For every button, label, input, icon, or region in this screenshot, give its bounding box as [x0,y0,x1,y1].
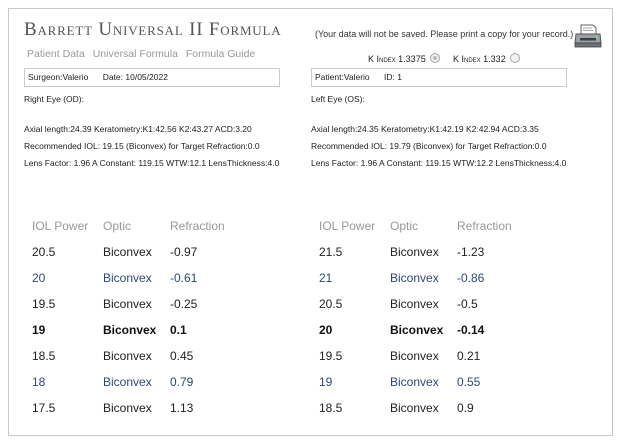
left-row-refraction: -0.86 [457,271,485,285]
right-row-refraction: -0.97 [170,245,198,259]
left-row-refraction: 0.9 [457,401,474,415]
right-row-power: 19.5 [32,297,56,311]
patient-name: Patient:Valerio [315,72,370,82]
left-row-refraction: -0.5 [457,297,478,311]
surgery-date: Date: 10/05/2022 [102,72,168,82]
left-row-refraction: 0.21 [457,349,481,363]
k-index-2-radio[interactable] [510,53,521,63]
left-row-power: 18.5 [319,401,343,415]
left-row-refraction: -1.23 [457,245,485,259]
right-row-optic: Biconvex [103,323,157,337]
right-row-optic: Biconvex [103,271,152,285]
left-row-optic: Biconvex [390,401,439,415]
save-note: (Your data will not be saved. Please pri… [315,29,574,39]
left-row-power: 20 [319,323,333,337]
left-biometry: Axial length:24.35 Keratometry:K1:42.19 … [311,124,539,134]
right-row-refraction: -0.61 [170,271,198,285]
k-index-1-radio[interactable] [430,53,441,63]
left-row-power: 19.5 [319,349,343,363]
right-row-optic: Biconvex [103,401,152,415]
right-row-refraction: 0.45 [170,349,194,363]
surgeon-info-box: Surgeon:Valerio Date: 10/05/2022 [24,68,280,87]
right-header-power: IOL Power [32,219,89,233]
surgeon-name: Surgeon:Valerio [28,72,89,82]
printer-icon[interactable] [573,23,603,51]
nav-universal-formula[interactable]: Universal Formula [93,48,178,60]
right-recommended-iol: Recommended IOL: 19.15 (Biconvex) for Ta… [24,141,260,151]
nav-patient-data[interactable]: Patient Data [27,48,85,60]
right-row-optic: Biconvex [103,349,152,363]
left-row-optic: Biconvex [390,245,439,259]
nav-formula-guide[interactable]: Formula Guide [186,48,255,60]
right-biometry: Axial length:24.39 Keratometry:K1:42.56 … [24,124,252,134]
right-eye-label: Right Eye (OD): [24,94,84,104]
patient-id: ID: 1 [384,72,402,82]
left-eye-label: Left Eye (OS): [311,94,365,104]
left-row-optic: Biconvex [390,271,439,285]
right-row-power: 18.5 [32,349,56,363]
left-header-power: IOL Power [319,219,376,233]
right-lens-constants: Lens Factor: 1.96 A Constant: 119.15 WTW… [24,158,280,168]
left-recommended-iol: Recommended IOL: 19.79 (Biconvex) for Ta… [311,141,547,151]
right-row-refraction: 1.13 [170,401,194,415]
right-row-refraction: -0.25 [170,297,198,311]
left-header-optic: Optic [390,219,419,233]
right-row-optic: Biconvex [103,375,152,389]
left-row-power: 21.5 [319,245,343,259]
left-row-refraction: -0.14 [457,323,485,337]
left-row-power: 19 [319,375,333,389]
k-index-1-label: K Index 1.3375 [368,54,426,64]
right-row-power: 20.5 [32,245,56,259]
right-row-refraction: 0.79 [170,375,194,389]
right-row-optic: Biconvex [103,297,152,311]
left-header-refraction: Refraction [457,219,512,233]
right-row-optic: Biconvex [103,245,152,259]
k-index-2-label: K Index 1.332 [453,54,506,64]
k-index-option-1[interactable]: K Index 1.3375 [368,53,441,64]
left-row-power: 20.5 [319,297,343,311]
left-row-optic: Biconvex [390,323,444,337]
right-header-refraction: Refraction [170,219,225,233]
right-row-power: 20 [32,271,46,285]
left-row-optic: Biconvex [390,297,439,311]
left-row-optic: Biconvex [390,349,439,363]
right-row-power: 18 [32,375,46,389]
right-row-power: 17.5 [32,401,56,415]
left-lens-constants: Lens Factor: 1.96 A Constant: 119.15 WTW… [311,158,567,168]
left-row-power: 21 [319,271,333,285]
left-row-refraction: 0.55 [457,375,481,389]
left-row-optic: Biconvex [390,375,439,389]
patient-info-box: Patient:Valerio ID: 1 [311,68,567,87]
app-title: Barrett Universal II Formula [24,19,282,40]
right-row-refraction: 0.1 [170,323,187,337]
nav-links: Patient Data Universal Formula Formula G… [27,48,260,60]
right-header-optic: Optic [103,219,132,233]
k-index-option-2[interactable]: K Index 1.332 [453,53,521,64]
right-row-power: 19 [32,323,46,337]
